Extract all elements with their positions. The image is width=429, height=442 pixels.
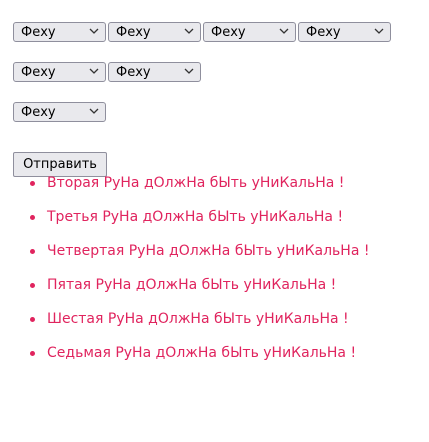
rune-select-value: Феху <box>116 25 151 40</box>
rune-select-value: Феху <box>21 65 56 80</box>
error-text: Пятая РуНа дОлжНа бЫть уНиКальНа ! <box>47 277 337 293</box>
chevron-down-icon <box>89 68 99 74</box>
error-text: Третья РуНа дОлжНа бЫть уНиКальНа ! <box>47 209 344 225</box>
bullet-icon <box>30 249 35 254</box>
bullet-icon <box>30 351 35 356</box>
chevron-down-icon <box>89 108 99 114</box>
rune-select-2[interactable]: Феху <box>108 22 201 42</box>
rune-row-2: Феху Феху <box>13 62 413 82</box>
rune-select-7[interactable]: Феху <box>13 102 106 122</box>
chevron-down-icon <box>184 68 194 74</box>
error-text: Шестая РуНа дОлжНа бЫть уНиКальНа ! <box>47 311 349 327</box>
rune-select-value: Феху <box>21 25 56 40</box>
rune-select-value: Феху <box>306 25 341 40</box>
rune-select-value: Феху <box>21 105 56 120</box>
rune-select-5[interactable]: Феху <box>13 62 106 82</box>
chevron-down-icon <box>89 28 99 34</box>
error-text: Седьмая РуНа дОлжНа бЫть уНиКальНа ! <box>47 345 357 361</box>
chevron-down-icon <box>279 28 289 34</box>
bullet-icon <box>30 181 35 186</box>
rune-select-1[interactable]: Феху <box>13 22 106 42</box>
rune-row-3: Феху <box>13 102 413 122</box>
bullet-icon <box>30 317 35 322</box>
rune-select-grid: Феху Феху Феху Феху Феху Феху Феху <box>13 22 413 142</box>
rune-select-6[interactable]: Феху <box>108 62 201 82</box>
rune-select-value: Феху <box>211 25 246 40</box>
chevron-down-icon <box>374 28 384 34</box>
bullet-icon <box>30 283 35 288</box>
rune-select-value: Феху <box>116 65 151 80</box>
error-text: Вторая РуНа дОлжНа бЫть уНиКальНа ! <box>47 175 345 191</box>
rune-select-4[interactable]: Феху <box>298 22 391 42</box>
chevron-down-icon <box>184 28 194 34</box>
rune-row-1: Феху Феху Феху Феху <box>13 22 413 42</box>
bullet-icon <box>30 215 35 220</box>
rune-select-3[interactable]: Феху <box>203 22 296 42</box>
error-text: Четвертая РуНа дОлжНа бЫть уНиКальНа ! <box>47 243 370 259</box>
